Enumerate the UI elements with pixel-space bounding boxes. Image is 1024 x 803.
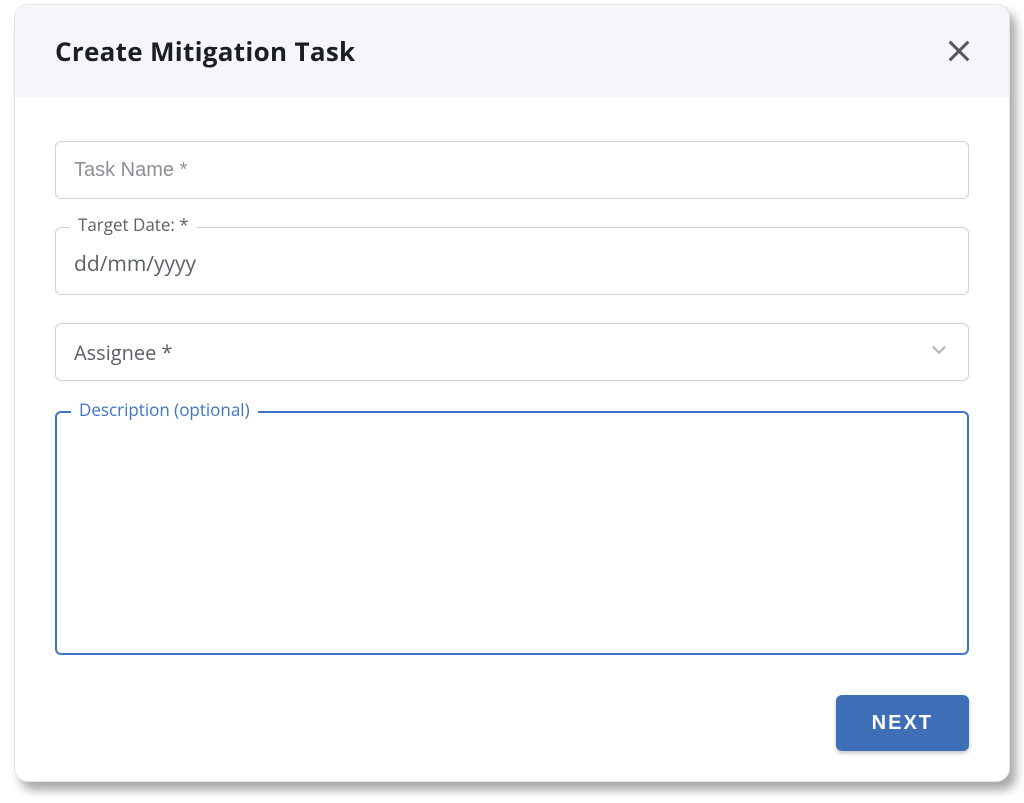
target-date-label: Target Date: * — [70, 216, 197, 233]
dialog-header: Create Mitigation Task — [15, 5, 1009, 97]
close-icon — [945, 37, 973, 65]
task-name-field — [55, 141, 969, 199]
close-button[interactable] — [939, 31, 979, 71]
description-label: Description (optional) — [71, 401, 258, 418]
assignee-select[interactable]: Assignee * — [55, 323, 969, 381]
next-button[interactable]: NEXT — [836, 695, 969, 751]
description-field: Description (optional) — [55, 411, 969, 655]
description-textarea[interactable] — [75, 431, 949, 635]
chevron-down-icon — [928, 339, 950, 366]
create-mitigation-task-dialog: Create Mitigation Task Target Date: * dd… — [14, 4, 1010, 782]
dialog-footer: NEXT — [15, 695, 1009, 781]
target-date-value: dd/mm/yyyy — [74, 250, 950, 278]
target-date-field[interactable]: Target Date: * dd/mm/yyyy — [55, 227, 969, 295]
dialog-body: Target Date: * dd/mm/yyyy Assignee * Des… — [15, 97, 1009, 695]
task-name-input[interactable] — [55, 141, 969, 199]
dialog-title: Create Mitigation Task — [55, 33, 355, 69]
assignee-placeholder: Assignee * — [74, 339, 928, 366]
